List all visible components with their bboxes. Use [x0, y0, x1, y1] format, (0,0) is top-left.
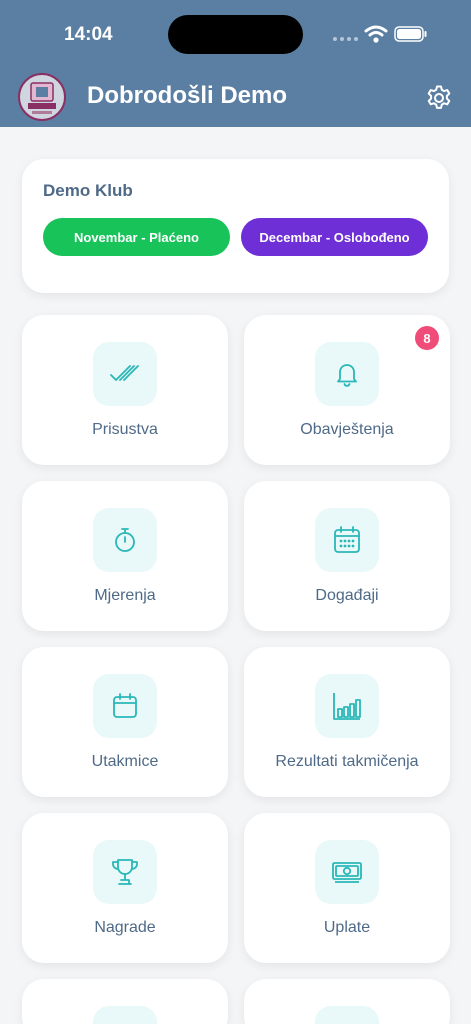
- club-logo-icon: [28, 82, 56, 114]
- money-icon: [332, 862, 362, 883]
- tile-icon-box: [315, 342, 379, 406]
- gear-icon[interactable]: [425, 84, 453, 112]
- tile-icon-box: [315, 674, 379, 738]
- tile-icon-box: [315, 840, 379, 904]
- tile-label: Prisustva: [92, 421, 158, 438]
- tile-icon-box: [93, 508, 157, 572]
- calendar-grid-icon: [334, 526, 360, 553]
- club-card: Demo Klub Novembar - Plaćeno Decembar - …: [22, 159, 449, 293]
- club-name: Demo Klub: [43, 181, 133, 200]
- notification-badge: 8: [415, 326, 439, 350]
- tile-rezultati[interactable]: Rezultati takmičenja: [244, 647, 450, 797]
- tile-label: Utakmice: [91, 753, 159, 770]
- dynamic-island: [168, 15, 303, 54]
- calendar-icon: [113, 693, 137, 718]
- tile-utakmice[interactable]: Utakmice: [22, 647, 228, 797]
- month-status-november[interactable]: Novembar - Plaćeno: [43, 218, 230, 256]
- bar-chart-icon: [333, 693, 361, 720]
- page-title: Dobrodošli Demo: [87, 82, 288, 109]
- double-check-icon: [110, 365, 139, 381]
- tile-icon-box: [93, 342, 157, 406]
- status-time: 14:04: [64, 24, 113, 45]
- tile-label: Nagrade: [94, 919, 156, 936]
- tile-partial-right[interactable]: [244, 979, 450, 1024]
- tile-partial-left[interactable]: [22, 979, 228, 1024]
- battery-icon: [394, 26, 427, 42]
- tile-icon-box: [315, 508, 379, 572]
- tile-icon-box: [315, 1006, 379, 1024]
- tile-label: Događaji: [315, 587, 379, 604]
- tile-icon-box: [93, 1006, 157, 1024]
- tile-icon-box: [93, 674, 157, 738]
- wifi-icon: [364, 25, 388, 43]
- tile-nagrade[interactable]: Nagrade: [22, 813, 228, 963]
- tile-label: Obavještenja: [300, 421, 394, 438]
- app-header: 14:04 Dobrodošli Demo: [0, 0, 471, 127]
- tile-label: Rezultati takmičenja: [275, 753, 419, 770]
- trophy-icon: [112, 859, 138, 885]
- tile-label: Uplate: [323, 919, 371, 936]
- tile-mjerenja[interactable]: Mjerenja: [22, 481, 228, 631]
- bell-icon: [337, 364, 357, 387]
- club-logo-avatar[interactable]: [18, 73, 66, 121]
- month-status-december[interactable]: Decembar - Oslobođeno: [241, 218, 428, 256]
- signal-icon: [333, 37, 358, 41]
- tile-uplate[interactable]: Uplate: [244, 813, 450, 963]
- tile-icon-box: [93, 840, 157, 904]
- tile-prisustva[interactable]: Prisustva: [22, 315, 228, 465]
- tile-dogadjaji[interactable]: Događaji: [244, 481, 450, 631]
- tile-label: Mjerenja: [94, 587, 156, 604]
- stopwatch-icon: [115, 528, 135, 552]
